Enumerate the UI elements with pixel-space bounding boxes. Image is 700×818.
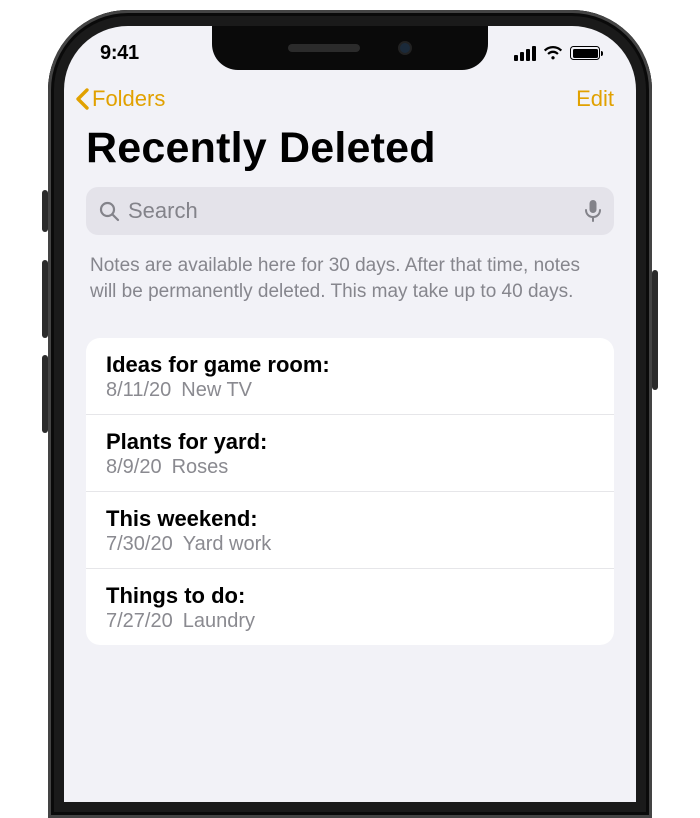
speaker-grille (288, 44, 360, 52)
note-subtitle: 7/30/20Yard work (106, 533, 594, 556)
wifi-icon (543, 45, 563, 61)
microphone-icon[interactable] (584, 199, 602, 223)
screen: 9:41 Folders Edit Recently Deleted (64, 26, 636, 802)
back-label: Folders (92, 86, 165, 112)
battery-icon (570, 46, 600, 60)
search-input[interactable]: Search (86, 187, 614, 235)
note-title: Ideas for game room: (106, 352, 594, 378)
note-subtitle: 8/11/20New TV (106, 379, 594, 402)
silent-switch (42, 190, 48, 232)
front-camera (398, 41, 412, 55)
volume-down-button (42, 355, 48, 433)
chevron-left-icon (74, 86, 92, 112)
back-button[interactable]: Folders (74, 86, 165, 112)
notch (212, 26, 488, 70)
power-button (652, 270, 658, 390)
nav-bar: Folders Edit (64, 80, 636, 116)
list-item[interactable]: This weekend: 7/30/20Yard work (86, 492, 614, 569)
list-item[interactable]: Plants for yard: 8/9/20Roses (86, 415, 614, 492)
edit-button[interactable]: Edit (576, 86, 614, 112)
note-title: Plants for yard: (106, 429, 594, 455)
note-subtitle: 7/27/20Laundry (106, 610, 594, 633)
note-subtitle: 8/9/20Roses (106, 456, 594, 479)
phone-frame: 9:41 Folders Edit Recently Deleted (48, 10, 652, 818)
search-placeholder: Search (128, 198, 576, 224)
notes-list: Ideas for game room: 8/11/20New TV Plant… (86, 338, 614, 645)
note-title: Things to do: (106, 583, 594, 609)
volume-up-button (42, 260, 48, 338)
search-icon (98, 200, 120, 222)
info-text: Notes are available here for 30 days. Af… (64, 235, 636, 338)
status-icons (514, 45, 600, 61)
list-item[interactable]: Things to do: 7/27/20Laundry (86, 569, 614, 645)
page-title: Recently Deleted (64, 116, 636, 187)
list-item[interactable]: Ideas for game room: 8/11/20New TV (86, 338, 614, 415)
note-title: This weekend: (106, 506, 594, 532)
status-time: 9:41 (100, 42, 139, 65)
cellular-signal-icon (514, 46, 536, 61)
